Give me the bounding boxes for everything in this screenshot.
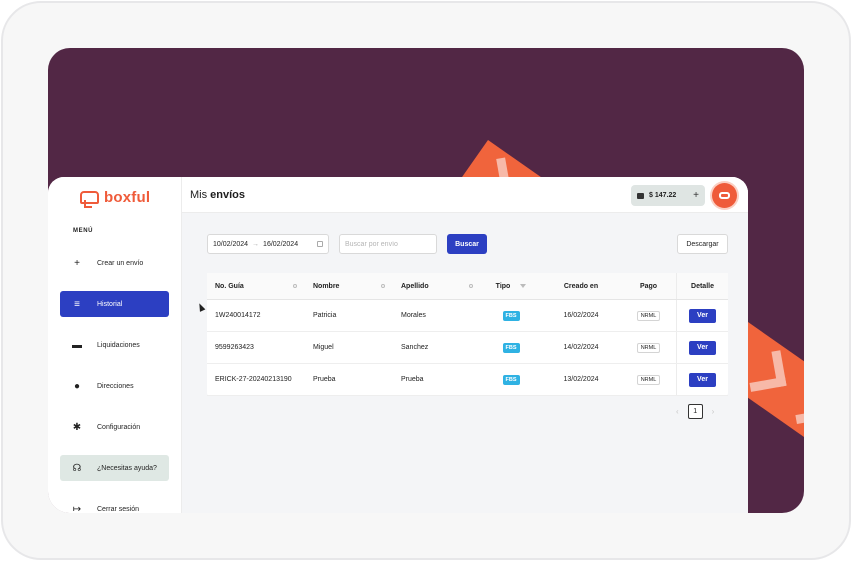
type-badge: FBS (502, 342, 520, 353)
sidebar-item-liquidaciones[interactable]: ▬ Liquidaciones (60, 332, 169, 358)
cell-tipo: FBS (481, 332, 541, 363)
search-icon[interactable] (293, 284, 297, 288)
cell-detalle: Ver (676, 364, 728, 395)
app-window: boxful MENÚ + Crear un envío ≡ Historial… (48, 177, 748, 513)
gear-icon: ✱ (72, 421, 82, 433)
plus-icon: + (74, 257, 80, 269)
menu-title: MENÚ (73, 228, 94, 234)
chevron-left-icon[interactable]: ‹ (676, 407, 679, 416)
type-badge: FBS (502, 374, 520, 385)
cell-tipo: FBS (481, 364, 541, 395)
chevron-right-icon[interactable]: › (712, 407, 715, 416)
cell-tipo: FBS (481, 300, 541, 331)
add-balance-icon[interactable]: + (693, 190, 699, 201)
history-search-icon: ≡ (74, 298, 80, 310)
page-button-current[interactable]: 1 (687, 404, 703, 419)
sidebar-item-historial[interactable]: ≡ Historial (60, 291, 169, 317)
shipments-table: No. Guía Nombre Apellido Tipo Creado en … (207, 273, 728, 396)
view-button[interactable]: Ver (689, 308, 716, 323)
search-button[interactable]: Buscar (447, 234, 487, 254)
sidebar-item-direcciones[interactable]: ● Direcciones (60, 373, 169, 399)
sidebar-item-label: Cerrar sesión (97, 505, 140, 513)
calendar-icon (317, 241, 323, 247)
column-header-tipo: Tipo (481, 273, 541, 299)
boxful-avatar-icon (719, 192, 730, 199)
balance-chip[interactable]: $ 147.22 + (631, 185, 705, 206)
arrow-right-icon: → (252, 240, 260, 248)
avatar[interactable] (712, 183, 737, 208)
main-content: Mis envíos $ 147.22 + 10/02/2024 → 16/02… (182, 177, 748, 513)
sidebar: boxful MENÚ + Crear un envío ≡ Historial… (48, 177, 182, 513)
payment-badge: NRML (636, 374, 661, 385)
cell-apellido: Morales (401, 312, 426, 319)
hero-background: boxful MENÚ + Crear un envío ≡ Historial… (48, 48, 804, 513)
table-row: 1W240014172 Patricia Morales FBS 16/02/2… (207, 300, 728, 332)
cell-apellido: Sanchez (401, 344, 429, 351)
topbar: Mis envíos $ 147.22 + (182, 177, 748, 213)
payment-badge: NRML (636, 342, 661, 353)
date-from[interactable]: 10/02/2024 (213, 241, 248, 248)
search-icon[interactable] (469, 284, 473, 288)
cell-creado: 13/02/2024 (563, 376, 599, 383)
page-title: Mis envíos (190, 189, 246, 201)
column-header-pago: Pago (639, 282, 658, 290)
table-row: ERICK-27-20240213190 Prueba Prueba FBS 1… (207, 364, 728, 396)
brand-logo[interactable]: boxful (78, 189, 151, 208)
payment-badge: NRML (636, 310, 661, 321)
view-button[interactable]: Ver (689, 340, 716, 355)
logout-icon: ↦ (72, 503, 82, 514)
column-header-creado: Creado en (563, 282, 599, 290)
sidebar-item-label: Direcciones (97, 382, 134, 390)
table-row: 9599263423 Miguel Sanchez FBS 14/02/2024… (207, 332, 728, 364)
sidebar-item-configuracion[interactable]: ✱ Configuración (60, 414, 169, 440)
cash-icon: ▬ (72, 339, 82, 351)
cell-detalle: Ver (676, 332, 728, 363)
cell-detalle: Ver (676, 300, 728, 331)
cell-guia: 1W240014172 (215, 312, 261, 319)
cell-nombre: Miguel (313, 344, 334, 351)
sidebar-item-label: Crear un envío (97, 259, 144, 267)
cell-pago: NRML (621, 332, 676, 363)
column-header-detalle: Detalle (676, 273, 728, 299)
cell-apellido: Prueba (401, 376, 424, 383)
cell-nombre: Prueba (313, 376, 336, 383)
balance-amount: $ 147.22 (649, 192, 677, 199)
cell-guia: 9599263423 (215, 344, 254, 351)
boxful-logo-icon (78, 190, 99, 208)
table-header: No. Guía Nombre Apellido Tipo Creado en … (207, 273, 728, 300)
search-input[interactable] (339, 234, 437, 254)
date-range-picker[interactable]: 10/02/2024 → 16/02/2024 (207, 234, 329, 254)
sidebar-item-label: Historial (97, 300, 123, 308)
sidebar-item-ayuda[interactable]: ☊ ¿Necesitas ayuda? (60, 455, 169, 481)
cell-creado: 14/02/2024 (563, 344, 599, 351)
column-header-nombre: Nombre (305, 273, 393, 299)
date-to[interactable]: 16/02/2024 (263, 241, 298, 248)
brand-name: boxful (104, 189, 151, 206)
cell-pago: NRML (621, 364, 676, 395)
location-pin-icon: ● (73, 380, 81, 392)
type-badge: FBS (502, 310, 520, 321)
sidebar-item-label: Liquidaciones (97, 341, 140, 349)
sidebar-item-label: Configuración (97, 423, 141, 431)
column-header-apellido: Apellido (393, 273, 481, 299)
sidebar-item-crear-envio[interactable]: + Crear un envío (60, 250, 169, 276)
pagination: ‹ 1 › (676, 404, 714, 419)
search-icon[interactable] (381, 284, 385, 288)
cell-nombre: Patricia (313, 312, 337, 319)
cell-pago: NRML (621, 300, 676, 331)
filter-icon[interactable] (520, 284, 527, 288)
sidebar-item-label: ¿Necesitas ayuda? (97, 464, 157, 472)
cell-creado: 16/02/2024 (563, 312, 599, 319)
sidebar-item-cerrar-sesion[interactable]: ↦ Cerrar sesión (60, 496, 169, 514)
column-header-guia: No. Guía (207, 273, 305, 299)
cell-guia: ERICK-27-20240213190 (215, 376, 292, 383)
wallet-icon (637, 192, 644, 199)
headset-icon: ☊ (72, 462, 82, 474)
view-button[interactable]: Ver (689, 372, 716, 387)
download-button[interactable]: Descargar (677, 234, 728, 254)
